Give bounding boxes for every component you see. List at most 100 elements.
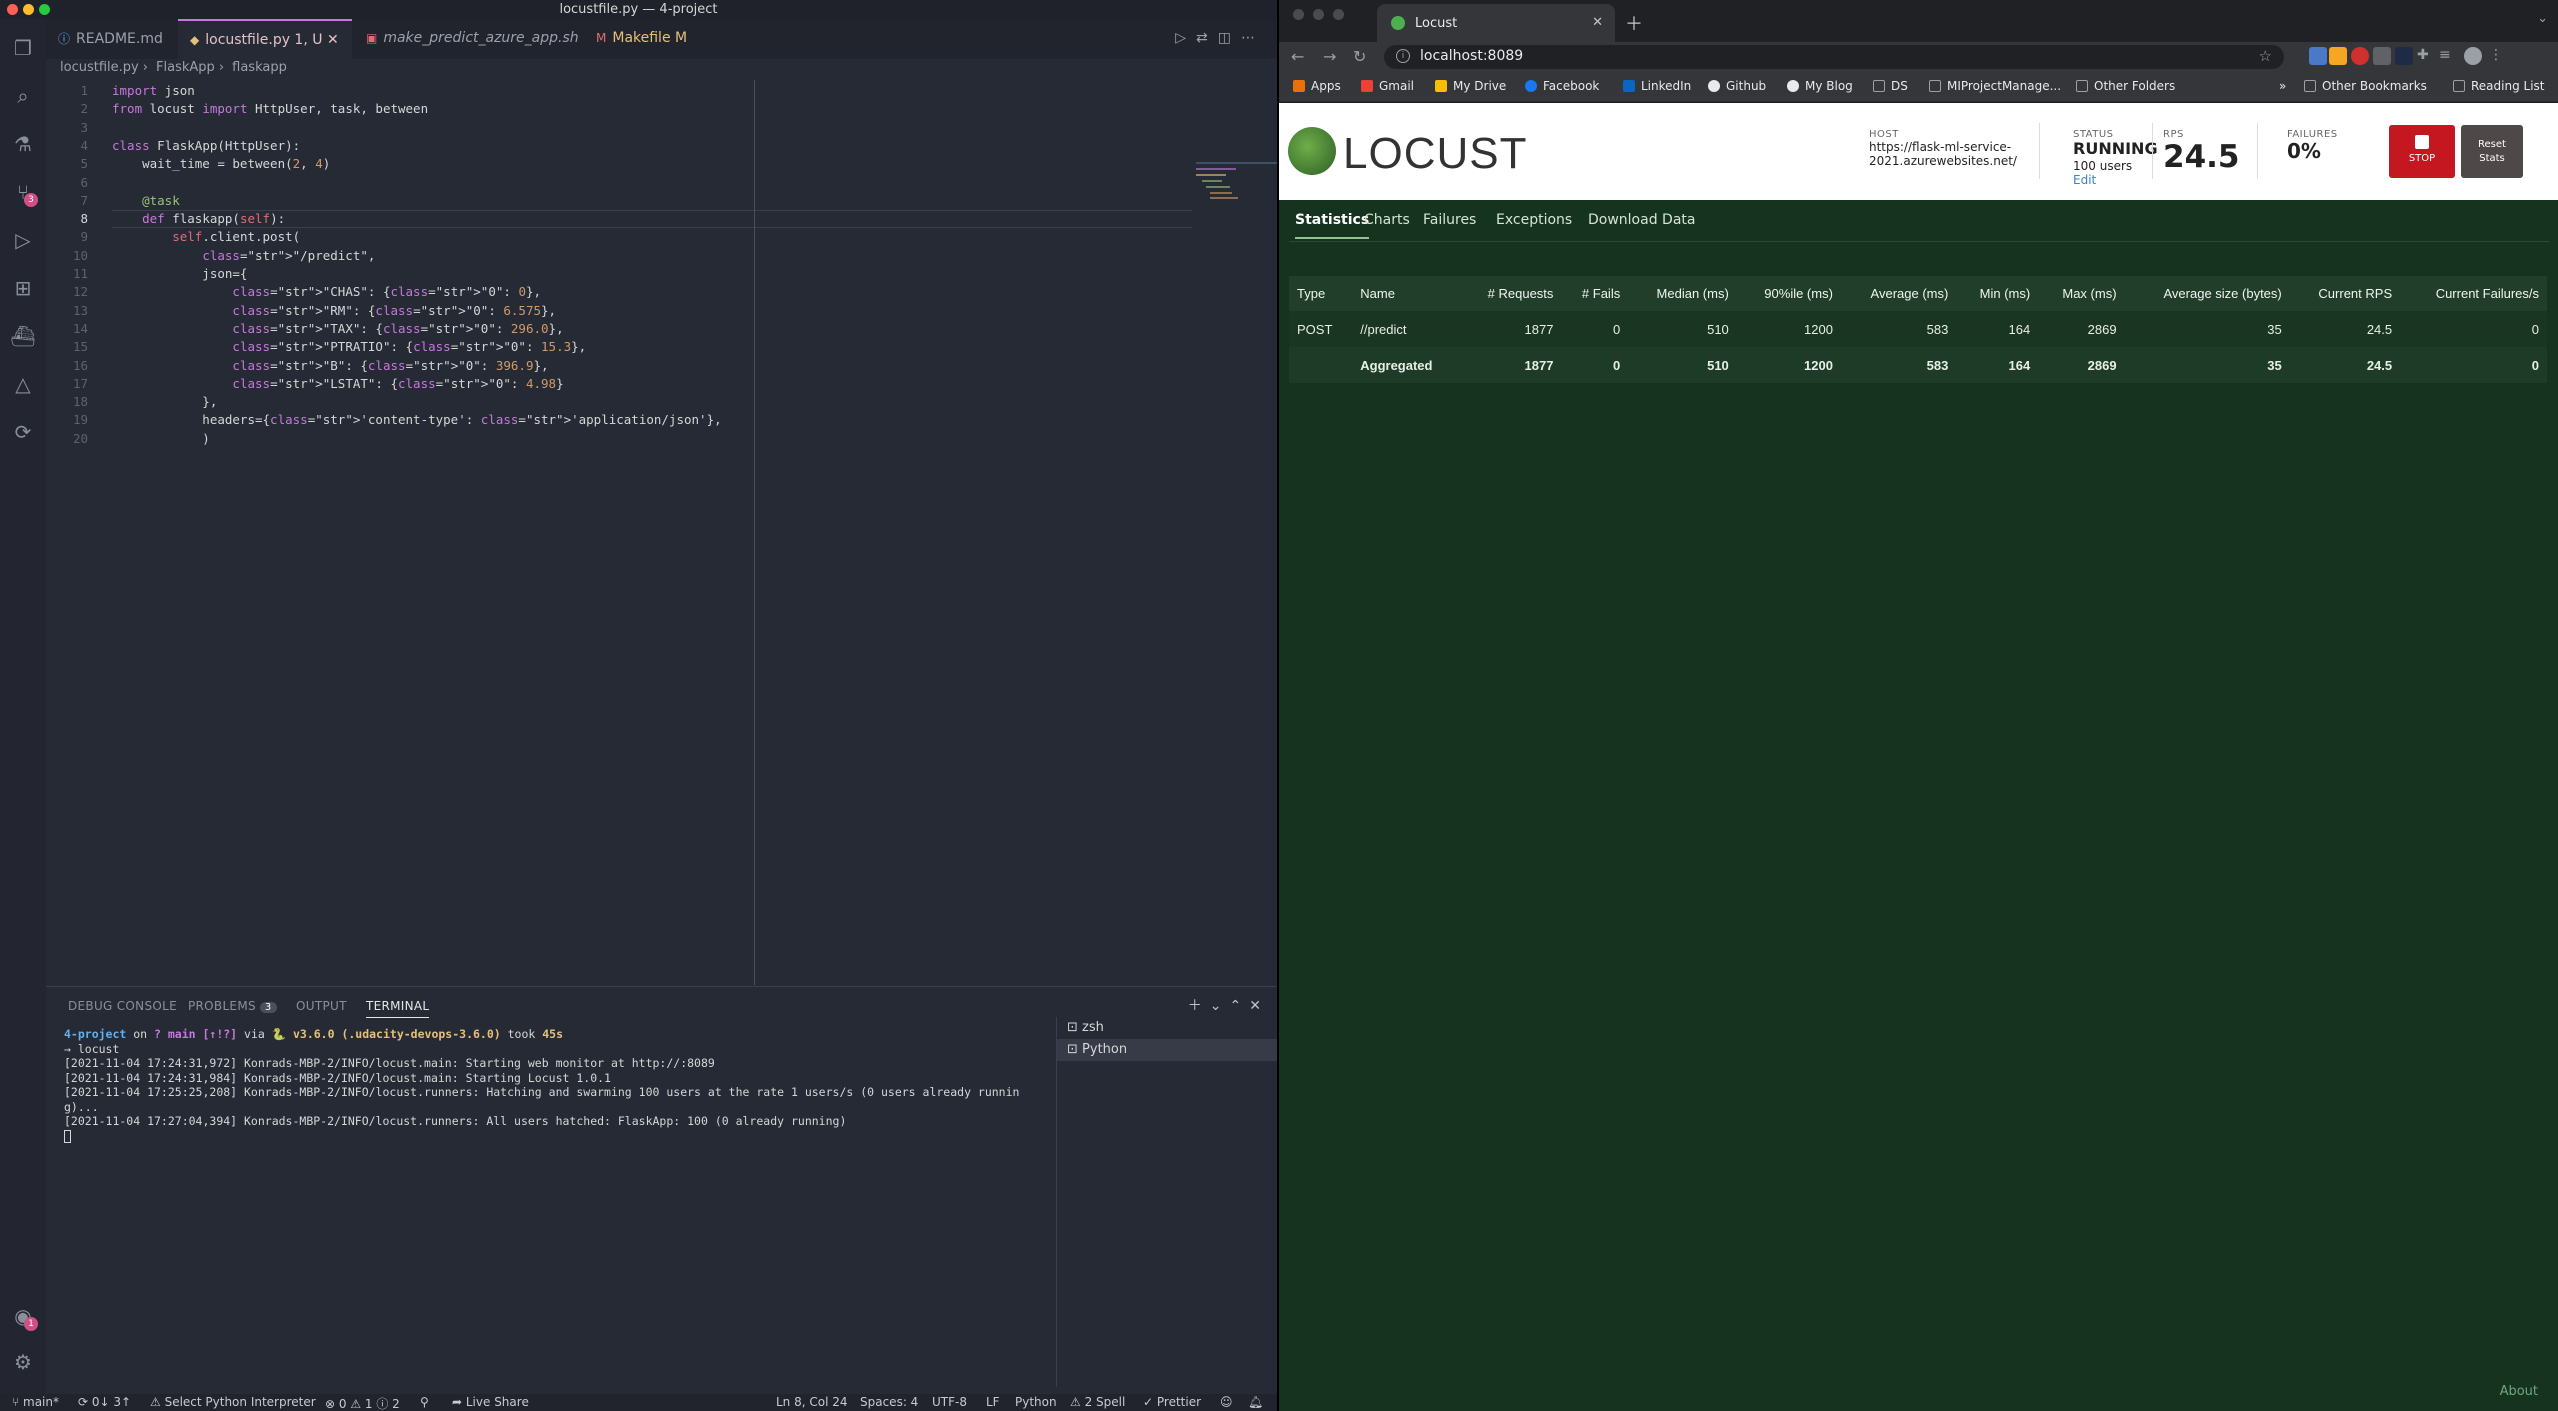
site-info-icon[interactable]: i bbox=[1396, 49, 1410, 63]
column-header[interactable]: Type bbox=[1289, 276, 1353, 311]
column-header[interactable]: Average (ms) bbox=[1840, 276, 1957, 311]
tab-download-data[interactable]: Download Data bbox=[1588, 212, 1695, 228]
bookmarks-overflow-icon[interactable]: » bbox=[2279, 79, 2286, 93]
about-link[interactable]: About bbox=[2500, 1384, 2538, 1399]
tab-output[interactable]: OUTPUT bbox=[296, 999, 347, 1013]
status-spaces[interactable]: Spaces: 4 bbox=[860, 1395, 918, 1409]
tab-exceptions[interactable]: Exceptions bbox=[1496, 212, 1572, 228]
testing-icon[interactable]: ⚗ bbox=[10, 131, 36, 157]
settings-gear-icon[interactable]: ⚙ bbox=[10, 1349, 36, 1375]
docker-icon[interactable]: ⛴ bbox=[10, 323, 36, 349]
tab-statistics[interactable]: Statistics bbox=[1295, 212, 1370, 239]
bookmark-folder-ds[interactable]: DS bbox=[1873, 79, 1908, 93]
status-position[interactable]: Ln 8, Col 24 bbox=[776, 1395, 848, 1409]
new-tab-icon[interactable]: ＋ bbox=[1625, 10, 1643, 36]
status-sync[interactable]: ⟳ 0↓ 3↑ bbox=[78, 1395, 131, 1409]
adblock-extension-icon[interactable] bbox=[2351, 47, 2369, 65]
rss-extension-icon[interactable] bbox=[2329, 47, 2347, 65]
close-tab-icon[interactable]: ✕ bbox=[1592, 15, 1603, 30]
reading-list-icon[interactable]: ≡ bbox=[2439, 47, 2457, 65]
tab-debug-console[interactable]: DEBUG CONSOLE bbox=[68, 999, 177, 1013]
search-icon[interactable]: ⌕ bbox=[10, 83, 36, 109]
account-icon[interactable]: ◉ 1 bbox=[10, 1303, 38, 1331]
run-debug-icon[interactable]: ▷ bbox=[10, 227, 36, 253]
back-arrow-icon[interactable]: ← bbox=[1291, 47, 1304, 66]
close-window-icon[interactable] bbox=[1293, 9, 1304, 20]
status-interpreter[interactable]: ⚠ Select Python Interpreter bbox=[150, 1395, 316, 1409]
close-tab-icon[interactable]: ✕ bbox=[327, 32, 339, 48]
tab-problems[interactable]: PROBLEMS 3 bbox=[188, 999, 277, 1013]
run-icon[interactable]: ▷ bbox=[1175, 30, 1196, 46]
status-language[interactable]: Python bbox=[1015, 1395, 1057, 1409]
tab-failures[interactable]: Failures bbox=[1423, 212, 1476, 228]
column-header[interactable]: # Fails bbox=[1561, 276, 1629, 311]
bookmark-apps[interactable]: Apps bbox=[1293, 79, 1341, 93]
column-header[interactable]: Average size (bytes) bbox=[2124, 276, 2290, 311]
facebook-extension-icon[interactable] bbox=[2395, 47, 2413, 65]
reset-stats-button[interactable]: Reset Stats bbox=[2461, 125, 2523, 178]
column-header[interactable]: 90%ile (ms) bbox=[1736, 276, 1841, 311]
bookmark-folder-other-folders[interactable]: Other Folders bbox=[2076, 79, 2175, 93]
extensions-icon[interactable]: ⊞ bbox=[10, 275, 36, 301]
minimize-window-icon[interactable] bbox=[1313, 9, 1324, 20]
breadcrumb-file[interactable]: locustfile.py bbox=[60, 60, 139, 75]
bookmark-gmail[interactable]: Gmail bbox=[1361, 79, 1414, 93]
code-editor[interactable]: 1 2 3 4 5 6 7 8 9 10 11 12 13 14 15 16 17 18 19 20 import j… bbox=[46, 80, 1277, 985]
bookmark-github[interactable]: Github bbox=[1708, 79, 1766, 93]
other-bookmarks[interactable]: Other Bookmarks bbox=[2304, 79, 2427, 93]
extension-icon[interactable] bbox=[2373, 47, 2391, 65]
edit-link[interactable]: Edit bbox=[2073, 173, 2096, 187]
column-header[interactable]: Min (ms) bbox=[1956, 276, 2039, 311]
profile-avatar[interactable] bbox=[2464, 47, 2482, 65]
column-header[interactable]: Current RPS bbox=[2289, 276, 2401, 311]
more-actions-icon[interactable]: ⋯ bbox=[1241, 30, 1265, 46]
column-header[interactable]: Name bbox=[1352, 276, 1461, 311]
maximize-window-icon[interactable] bbox=[1333, 9, 1344, 20]
bookmark-folder-miproject[interactable]: MIProjectManage... bbox=[1929, 79, 2061, 93]
address-bar[interactable]: i localhost:8089 ☆ bbox=[1384, 45, 2284, 69]
bookmark-star-icon[interactable]: ☆ bbox=[2259, 47, 2272, 65]
translate-extension-icon[interactable] bbox=[2309, 47, 2327, 65]
status-problems[interactable]: ⊗ 0 ⚠ 1 ⓘ 2 bbox=[325, 1395, 400, 1411]
status-encoding[interactable]: UTF-8 bbox=[932, 1395, 967, 1409]
forward-arrow-icon[interactable]: → bbox=[1323, 47, 1336, 66]
browser-tab[interactable]: Locust ✕ bbox=[1377, 4, 1615, 42]
bookmark-my-blog[interactable]: My Blog bbox=[1787, 79, 1853, 93]
terminal-item-zsh[interactable]: ⊡ zsh bbox=[1057, 1017, 1277, 1039]
extensions-puzzle-icon[interactable]: ✚ bbox=[2417, 47, 2435, 65]
reload-icon[interactable]: ↻ bbox=[1353, 47, 1366, 66]
feedback-icon[interactable]: ☺ bbox=[1220, 1395, 1233, 1409]
breadcrumb-class[interactable]: FlaskApp bbox=[156, 60, 215, 75]
breadcrumb-function[interactable]: flaskapp bbox=[232, 60, 287, 75]
terminal-output[interactable]: 4-project on ? main [↑!?] via 🐍 v3.6.0 (… bbox=[64, 1027, 1064, 1143]
bookmark-my-drive[interactable]: My Drive bbox=[1435, 79, 1506, 93]
compare-icon[interactable]: ⇄ bbox=[1196, 30, 1218, 46]
column-header[interactable]: Current Failures/s bbox=[2400, 276, 2547, 311]
column-header[interactable]: # Requests bbox=[1460, 276, 1562, 311]
maximize-panel-icon[interactable]: ⌃ bbox=[1230, 998, 1250, 1014]
new-terminal-icon[interactable]: ＋ bbox=[1188, 998, 1210, 1014]
tab-readme[interactable]: ⓘ README.md bbox=[46, 19, 176, 59]
status-spell[interactable]: ⚠ 2 Spell bbox=[1070, 1395, 1125, 1409]
column-header[interactable]: Max (ms) bbox=[2038, 276, 2125, 311]
tab-search-chevron-icon[interactable]: ⌄ bbox=[2537, 11, 2548, 26]
debug-icon[interactable]: ⚲ bbox=[420, 1395, 429, 1409]
source-control-icon[interactable]: ⑂ 3 bbox=[10, 179, 38, 207]
remote-explorer-icon[interactable]: ⟳ bbox=[10, 419, 36, 445]
tab-terminal[interactable]: TERMINAL bbox=[366, 999, 430, 1018]
status-prettier[interactable]: ✓ Prettier bbox=[1143, 1395, 1201, 1409]
bookmark-linkedin[interactable]: LinkedIn bbox=[1623, 79, 1691, 93]
reading-list[interactable]: Reading List bbox=[2453, 79, 2545, 93]
column-header[interactable]: Median (ms) bbox=[1628, 276, 1737, 311]
status-branch[interactable]: ⑂ main* bbox=[12, 1395, 59, 1409]
stop-button[interactable]: STOP bbox=[2389, 125, 2455, 178]
chrome-menu-icon[interactable]: ⋮ bbox=[2489, 47, 2507, 65]
tab-makefile[interactable]: M Makefile M bbox=[584, 19, 724, 59]
close-panel-icon[interactable]: ✕ bbox=[1249, 998, 1269, 1014]
status-eol[interactable]: LF bbox=[986, 1395, 1000, 1409]
terminal-item-python[interactable]: ⊡ Python bbox=[1057, 1039, 1277, 1061]
chevron-down-icon[interactable]: ⌄ bbox=[1210, 998, 1230, 1014]
tab-locustfile[interactable]: ◆ locustfile.py 1, U ✕ bbox=[178, 19, 352, 59]
bookmark-facebook[interactable]: Facebook bbox=[1525, 79, 1599, 93]
tab-make-predict[interactable]: ▣ make_predict_azure_app.sh bbox=[354, 19, 582, 59]
